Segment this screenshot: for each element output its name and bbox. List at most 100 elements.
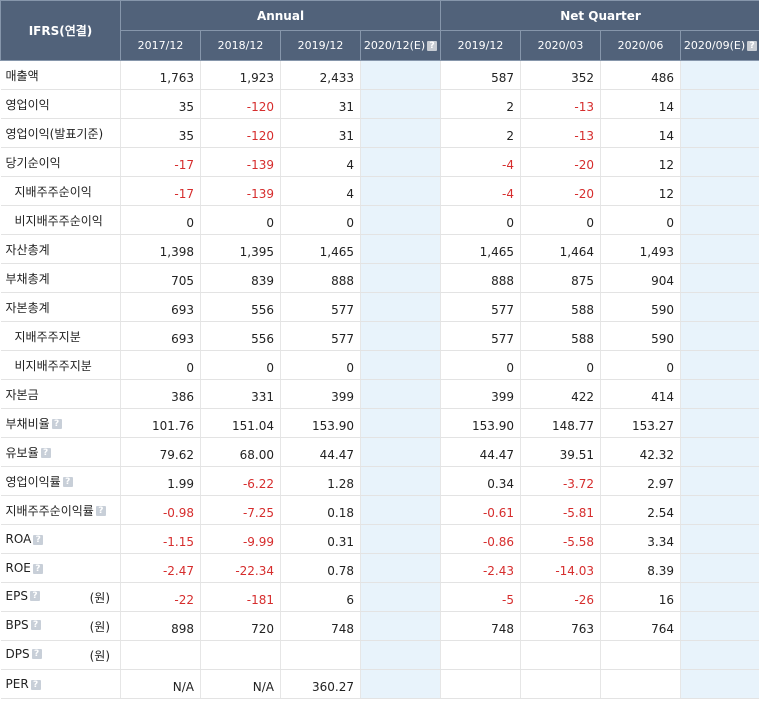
period-label: 2020/09(E) <box>683 39 746 52</box>
value-cell <box>360 147 442 177</box>
value-cell: 4 <box>280 147 361 177</box>
value-cell: -5.58 <box>520 524 602 554</box>
value-cell: N/A <box>120 669 201 699</box>
value-cell: 748 <box>280 611 361 641</box>
value-cell: 42.32 <box>600 437 682 467</box>
row-label-cell: DPS? (원) <box>0 640 121 670</box>
value-cell: -9.99 <box>200 524 281 554</box>
value-cell: 0 <box>200 350 281 380</box>
value-cell: -4 <box>440 147 522 177</box>
value-cell: 153.90 <box>440 408 522 438</box>
row-label: 자산총계 <box>5 242 50 257</box>
row-label: 영업이익(발표기준) <box>5 126 104 141</box>
value-cell: 693 <box>120 292 201 322</box>
help-icon[interactable]: ? <box>30 620 41 630</box>
value-cell: 705 <box>120 263 201 293</box>
value-cell <box>360 553 442 583</box>
row-label-cell: ROA? <box>0 524 121 554</box>
row-label-cell: 자본총계 <box>0 292 121 322</box>
value-cell: -26 <box>520 582 602 612</box>
value-cell: -181 <box>200 582 281 612</box>
row-label: 지배주주지분 <box>14 329 81 344</box>
value-cell <box>360 669 442 699</box>
value-cell: 153.90 <box>280 408 361 438</box>
value-cell: -14.03 <box>520 553 602 583</box>
value-cell <box>680 466 759 496</box>
value-cell: 399 <box>280 379 361 409</box>
value-cell: 748 <box>440 611 522 641</box>
value-cell: 0 <box>440 205 522 235</box>
financial-summary-table: IFRS(연결) Annual Net Quarter 2017/12 2018… <box>0 0 759 699</box>
period-label: 2019/12 <box>297 39 344 52</box>
value-cell: 588 <box>520 321 602 351</box>
period-header: 2017/12 <box>120 30 201 61</box>
help-icon[interactable]: ? <box>51 419 62 429</box>
help-icon[interactable]: ? <box>40 448 51 458</box>
value-cell: 588 <box>520 292 602 322</box>
value-cell <box>680 582 759 612</box>
value-cell: 888 <box>280 263 361 293</box>
value-cell: 352 <box>520 60 602 90</box>
help-icon[interactable]: ? <box>33 534 44 545</box>
value-cell <box>520 640 602 670</box>
help-icon[interactable]: ? <box>31 649 42 659</box>
table-row: ROE? -2.47 -22.34 0.78 -2.43 -14.03 8.39 <box>0 553 759 583</box>
value-cell: 486 <box>600 60 682 90</box>
row-label-cell: PER? <box>0 669 121 699</box>
table-row: 자본금 386 331 399 399 422 414 <box>0 379 759 409</box>
unit-label: (원) <box>89 648 110 663</box>
value-cell <box>360 205 442 235</box>
value-cell: 39.51 <box>520 437 602 467</box>
help-icon[interactable]: ? <box>30 679 41 690</box>
value-cell: 399 <box>440 379 522 409</box>
value-cell <box>680 292 759 322</box>
value-cell <box>360 640 442 670</box>
table-row: 영업이익률? 1.99 -6.22 1.28 0.34 -3.72 2.97 <box>0 466 759 496</box>
help-icon[interactable]: ? <box>32 563 43 574</box>
value-cell: 4 <box>280 176 361 206</box>
table-row: 부채비율? 101.76 151.04 153.90 153.90 148.77 153.2… <box>0 408 759 438</box>
value-cell: 1,465 <box>440 234 522 264</box>
value-cell: 153.27 <box>600 408 682 438</box>
value-cell: 101.76 <box>120 408 201 438</box>
value-cell: 14 <box>600 118 682 148</box>
value-cell: -4 <box>440 176 522 206</box>
help-icon[interactable]: ? <box>747 41 758 51</box>
help-icon[interactable]: ? <box>29 591 40 601</box>
value-cell: 151.04 <box>200 408 281 438</box>
value-cell: 414 <box>600 379 682 409</box>
row-label-cell: 지배주주순이익률? <box>0 495 121 525</box>
value-cell <box>600 640 682 670</box>
value-cell: 764 <box>600 611 682 641</box>
value-cell <box>120 640 201 670</box>
value-cell: 1,493 <box>600 234 682 264</box>
value-cell: -2.47 <box>120 553 201 583</box>
value-cell <box>680 611 759 641</box>
value-cell: 0 <box>520 350 602 380</box>
value-cell: 0.78 <box>280 553 361 583</box>
value-cell: 577 <box>280 321 361 351</box>
help-icon[interactable]: ? <box>62 477 73 487</box>
value-cell <box>360 408 442 438</box>
row-label: 자본금 <box>5 387 39 402</box>
row-label: 당기순이익 <box>5 155 61 170</box>
row-label-cell: 비지배주주순이익 <box>0 205 121 235</box>
value-cell <box>680 60 759 90</box>
value-cell: 556 <box>200 292 281 322</box>
value-cell: -5.81 <box>520 495 602 525</box>
value-cell: 904 <box>600 263 682 293</box>
value-cell: -22.34 <box>200 553 281 583</box>
help-icon[interactable]: ? <box>427 41 438 51</box>
row-label: 부채비율 <box>5 416 50 431</box>
row-label-cell: 유보율? <box>0 437 121 467</box>
help-icon[interactable]: ? <box>95 506 106 516</box>
value-cell <box>360 611 442 641</box>
value-cell: 0 <box>280 205 361 235</box>
row-label-cell: 매출액 <box>0 60 121 90</box>
row-label: EPS <box>5 588 28 603</box>
row-label: ROE <box>5 561 31 575</box>
value-cell: 577 <box>440 292 522 322</box>
value-cell: 693 <box>120 321 201 351</box>
value-cell: 2,433 <box>280 60 361 90</box>
table-row: 영업이익 35 -120 31 2 -13 14 <box>0 89 759 119</box>
